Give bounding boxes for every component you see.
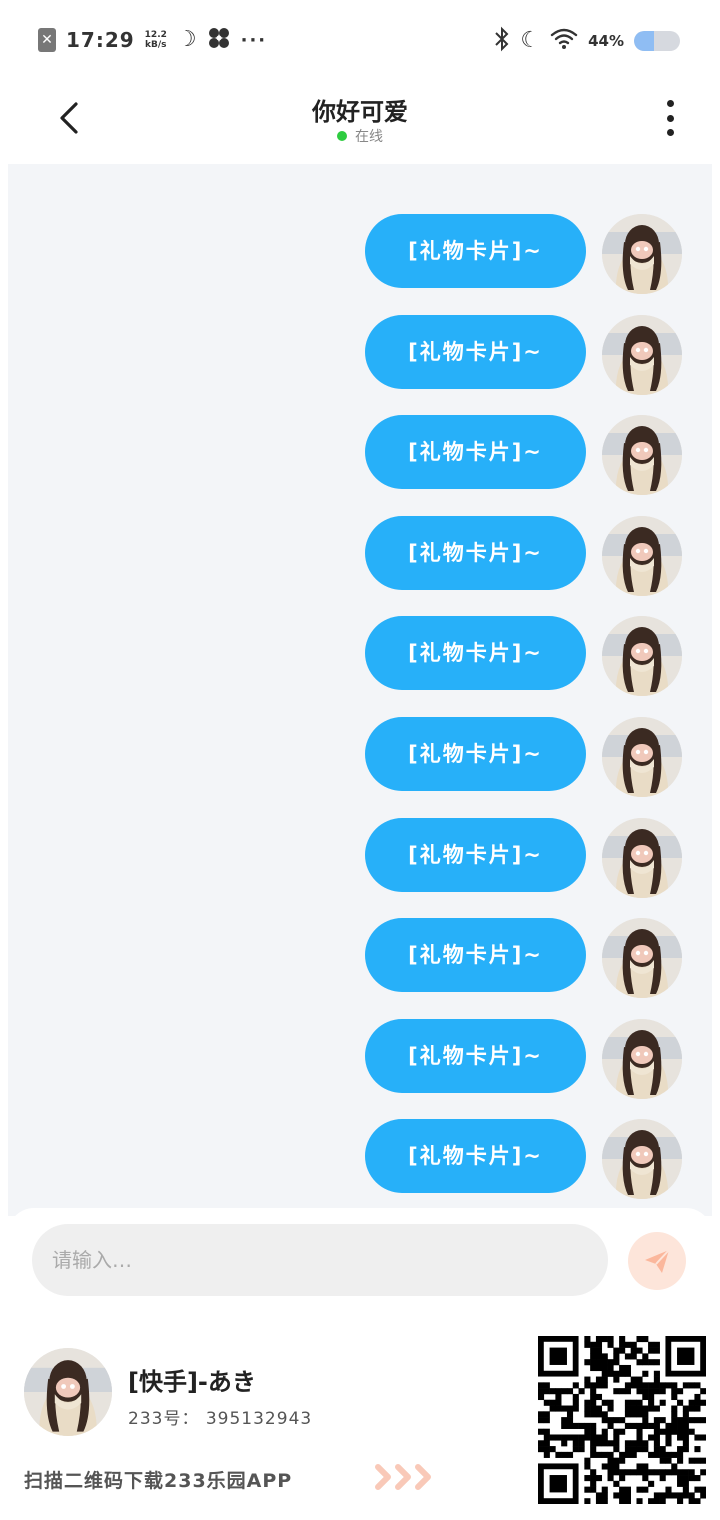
moon-icon: ☾ bbox=[520, 28, 541, 53]
avatar[interactable] bbox=[602, 515, 682, 596]
message-row: [礼物卡片]~ bbox=[8, 1009, 712, 1099]
chat-header: 你好可爱 在线 bbox=[0, 80, 720, 164]
battery-level bbox=[634, 31, 655, 51]
message-list[interactable]: ··· [礼物卡片]~ [礼物卡片]~ bbox=[8, 164, 712, 1216]
message-bubble[interactable]: [礼物卡片]~ bbox=[365, 515, 586, 590]
message-bubble[interactable]: [礼物卡片]~ bbox=[365, 1018, 586, 1093]
message-input[interactable] bbox=[32, 1224, 608, 1296]
status-right: ☾ 44% bbox=[494, 26, 680, 56]
dot-icon bbox=[666, 100, 674, 107]
profile-avatar bbox=[24, 1348, 112, 1436]
close-box-icon: ✕ bbox=[38, 28, 56, 52]
message-bubble[interactable]: [礼物卡片]~ bbox=[365, 214, 586, 288]
message-row: [礼物卡片]~ bbox=[8, 405, 712, 496]
message-row: [礼物卡片]~ bbox=[8, 506, 712, 596]
avatar[interactable] bbox=[602, 616, 682, 697]
input-bar bbox=[8, 1208, 712, 1318]
send-button[interactable] bbox=[628, 1232, 686, 1290]
battery-percent: 44% bbox=[588, 32, 624, 50]
avatar[interactable] bbox=[602, 717, 682, 797]
message-bubble[interactable]: [礼物卡片]~ bbox=[365, 314, 586, 389]
message-bubble[interactable]: [礼物卡片]~ bbox=[365, 817, 586, 892]
online-status: 在线 bbox=[0, 126, 720, 146]
more-notifications-icon: ··· bbox=[240, 29, 268, 51]
avatar[interactable] bbox=[602, 1018, 682, 1099]
chat-title: 你好可爱 bbox=[312, 98, 408, 126]
dot-icon bbox=[666, 129, 674, 136]
network-speed-value: 12.2 bbox=[144, 30, 167, 40]
fan-icon bbox=[207, 26, 231, 54]
status-time: 17:29 bbox=[66, 28, 135, 52]
message-row: [礼物卡片]~ bbox=[8, 606, 712, 697]
profile-id: 233号： 395132943 bbox=[128, 1409, 313, 1429]
status-bar: ✕ 17:29 12.2 kB/s ☽ ··· ☾ 44% bbox=[0, 0, 720, 80]
battery-icon bbox=[634, 31, 680, 51]
avatar[interactable] bbox=[602, 918, 682, 999]
message-bubble[interactable]: [礼物卡片]~ bbox=[365, 415, 586, 490]
message-row: [礼物卡片]~ bbox=[8, 204, 712, 294]
wifi-icon bbox=[550, 28, 578, 54]
message-row: [礼物卡片]~ bbox=[8, 908, 712, 999]
network-speed: 12.2 kB/s bbox=[145, 30, 167, 50]
message-row: [礼物卡片]~ bbox=[8, 808, 712, 898]
network-speed-unit: kB/s bbox=[145, 40, 167, 50]
message-row: [礼物卡片]~ bbox=[8, 305, 712, 395]
message-bubble[interactable]: [礼物卡片]~ bbox=[365, 616, 586, 691]
qr-code bbox=[538, 1336, 707, 1505]
profile-name: [快手]-あき bbox=[128, 1368, 256, 1396]
avatar[interactable] bbox=[602, 817, 682, 898]
moon-icon: ☽ bbox=[176, 27, 197, 52]
message-bubble[interactable]: [礼物卡片]~ bbox=[365, 717, 586, 791]
avatar[interactable] bbox=[602, 214, 682, 294]
avatar[interactable] bbox=[602, 415, 682, 496]
online-status-label: 在线 bbox=[355, 129, 383, 145]
message-row: [礼物卡片]~ bbox=[8, 707, 712, 797]
send-icon bbox=[645, 1249, 670, 1273]
more-options-button[interactable] bbox=[658, 100, 682, 136]
online-dot-icon bbox=[337, 131, 347, 141]
message-bubble[interactable]: [礼物卡片]~ bbox=[365, 918, 586, 993]
chevrons-right-icon bbox=[372, 1462, 440, 1492]
message-row: [礼物卡片]~ bbox=[8, 1109, 712, 1200]
dot-icon bbox=[666, 114, 674, 122]
avatar[interactable] bbox=[602, 1119, 682, 1200]
bluetooth-icon bbox=[494, 26, 510, 56]
avatar[interactable] bbox=[602, 314, 682, 395]
message-bubble[interactable]: [礼物卡片]~ bbox=[365, 1119, 586, 1194]
status-left: ✕ 17:29 12.2 kB/s ☽ ··· bbox=[38, 26, 267, 54]
share-footer: [快手]-あき 233号： 395132943 扫描二维码下载233乐园APP bbox=[0, 1318, 720, 1520]
clipped-message-text: ··· bbox=[8, 164, 712, 171]
scan-download-text: 扫描二维码下载233乐园APP bbox=[24, 1470, 293, 1492]
